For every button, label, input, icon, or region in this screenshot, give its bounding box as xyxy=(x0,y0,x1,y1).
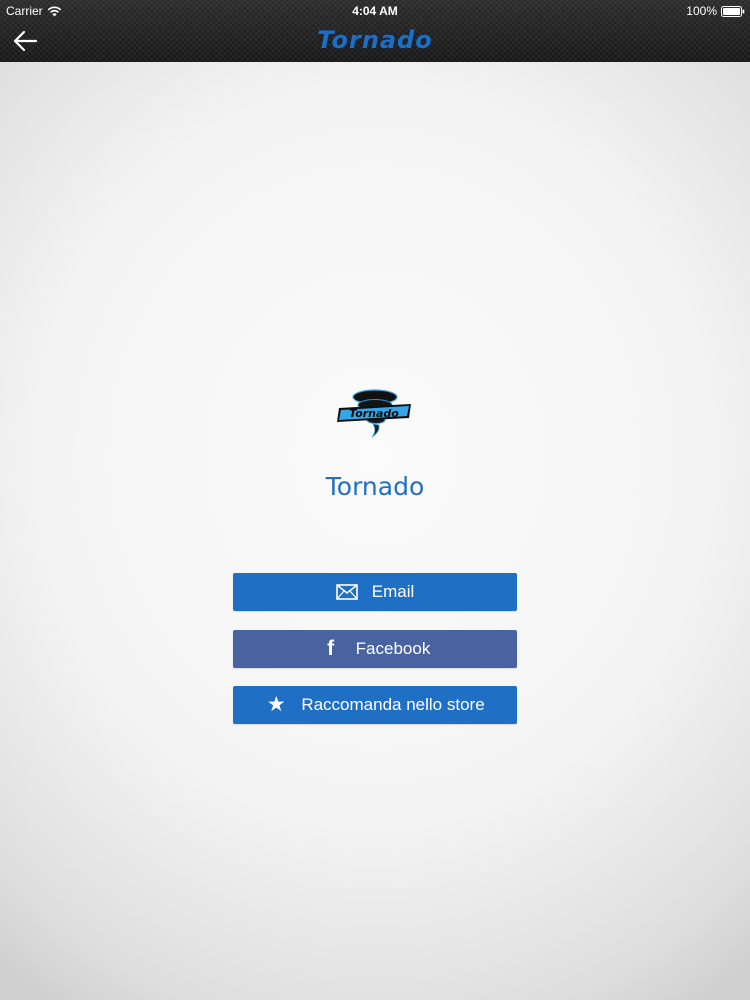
status-bar: Carrier 4:04 AM 100% xyxy=(0,0,750,22)
top-bar: Carrier 4:04 AM 100% Tornado xyxy=(0,0,750,62)
recommend-store-button[interactable]: ★ Raccomanda nello store xyxy=(233,686,517,724)
facebook-button[interactable]: f Facebook xyxy=(233,630,517,668)
envelope-icon xyxy=(335,581,358,603)
battery-icon xyxy=(721,5,745,17)
status-right: 100% xyxy=(686,4,745,18)
email-button[interactable]: Email xyxy=(233,573,517,611)
facebook-icon: f xyxy=(327,637,335,660)
recommend-store-button-label: Raccomanda nello store xyxy=(301,695,485,714)
star-icon: ★ xyxy=(266,693,286,716)
facebook-button-label: Facebook xyxy=(355,639,431,658)
battery-percent: 100% xyxy=(686,4,717,18)
nav-title: Tornado xyxy=(317,26,433,54)
status-time: 4:04 AM xyxy=(352,4,398,18)
main-content: Tornado Tornado Email f Facebook ★ Racco… xyxy=(0,62,750,1000)
email-button-label: Email xyxy=(371,582,415,601)
app-name: Tornado xyxy=(325,472,425,501)
app-logo: Tornado xyxy=(335,387,415,447)
logo-text: Tornado xyxy=(349,407,399,420)
